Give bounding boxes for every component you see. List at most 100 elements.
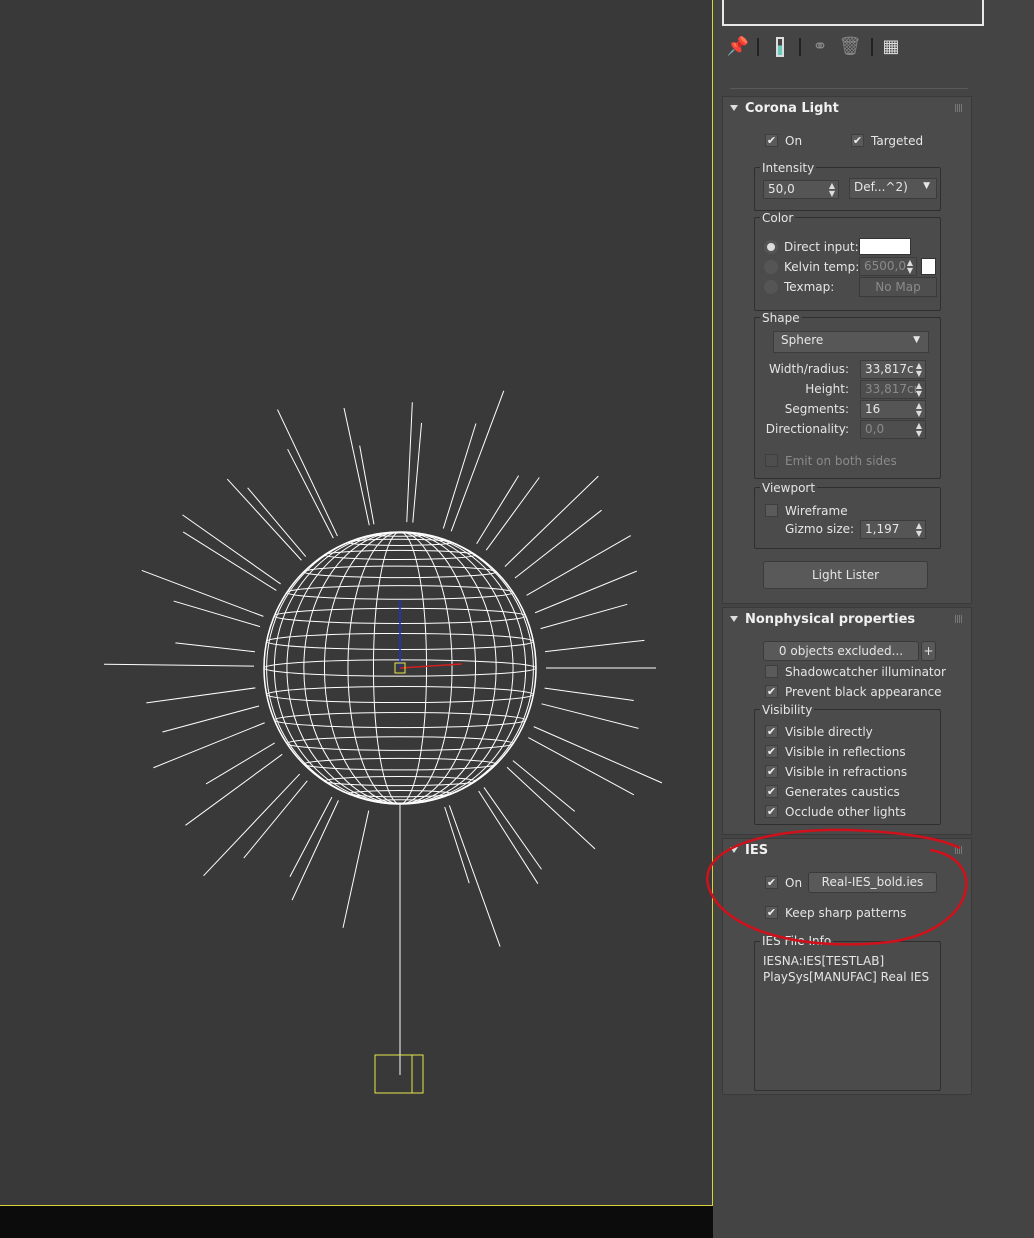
spinner-arrows-icon[interactable]: ▲ ▼ [829, 182, 835, 198]
texmap-radio[interactable] [764, 280, 778, 294]
kelvin-spinner[interactable]: 6500,0 ▲ ▼ [859, 257, 917, 276]
ies-ray [483, 787, 542, 870]
direct-input-label: Direct input: [784, 240, 859, 254]
ies-ray [506, 766, 596, 850]
divider [730, 88, 968, 89]
visibility-label: Visibility [760, 703, 815, 717]
prevent-black-checkbox[interactable]: ✔ [765, 685, 778, 698]
direct-color-swatch[interactable] [859, 238, 911, 255]
pin-icon[interactable]: 📌 [726, 34, 750, 60]
rollout-title[interactable]: IES [745, 843, 768, 858]
width-label: Width/radius: [768, 362, 849, 376]
show-end-result-icon[interactable] [768, 34, 792, 60]
directionality-spinner[interactable]: 0,0 ▲ ▼ [860, 420, 926, 439]
spinner-arrows-icon[interactable]: ▲ ▼ [916, 402, 922, 418]
ies-ray [343, 407, 370, 526]
ies-ray [205, 742, 275, 785]
shadowcatcher-checkbox[interactable] [765, 665, 778, 678]
grip-icon[interactable] [955, 104, 963, 112]
rollout-title[interactable]: Nonphysical properties [745, 612, 915, 627]
light-lister-button[interactable]: Light Lister [763, 561, 928, 589]
shadowcatcher-label: Shadowcatcher illuminator [785, 665, 946, 679]
shape-label: Shape [760, 311, 802, 325]
ies-ray [247, 487, 307, 557]
gizmo-size-spinner[interactable]: 1,197 ▲ ▼ [860, 520, 926, 539]
excluded-objects-button[interactable]: 0 objects excluded... [763, 641, 919, 661]
make-unique-icon[interactable]: ⚭ [808, 34, 832, 60]
modifier-stack-list[interactable] [722, 0, 984, 26]
height-spinner[interactable]: 33,817cı ▲ ▼ [860, 380, 926, 399]
kelvin-radio[interactable] [764, 260, 778, 274]
direct-input-radio[interactable] [764, 240, 778, 254]
ies-rollout: IES ✔ On Real-IES_bold.ies ✔ Keep sharp … [722, 838, 972, 1095]
targeted-checkbox[interactable]: ✔ [851, 134, 864, 147]
ies-info-text: IESNA:IES[TESTLAB] PlaySys[MANUFAC] Real… [763, 954, 930, 984]
visibility-option-label: Visible in reflections [785, 745, 906, 759]
grip-icon[interactable] [955, 846, 963, 854]
ies-ray [185, 753, 283, 826]
width-spinner[interactable]: 33,817c ▲ ▼ [860, 360, 926, 379]
visibility-checkbox[interactable]: ✔ [765, 745, 778, 758]
ies-ray [526, 535, 631, 596]
emit-both-sides-checkbox[interactable] [765, 454, 778, 467]
ies-ray [146, 687, 256, 704]
ies-ray [412, 422, 423, 523]
targeted-label: Targeted [871, 134, 924, 148]
grip-icon[interactable] [955, 615, 963, 623]
latitude-line [303, 757, 497, 771]
configure-modifier-sets-icon[interactable]: ▦ [879, 34, 903, 60]
shape-value: Sphere [781, 333, 824, 347]
intensity-unit-dropdown[interactable]: Def...^2) ▼ [849, 178, 937, 199]
latitude-line [273, 712, 527, 729]
spinner-arrows-icon[interactable]: ▲ ▼ [916, 522, 922, 538]
ies-ray [478, 790, 539, 884]
visibility-option-label: Visible directly [785, 725, 873, 739]
remove-modifier-icon[interactable]: 🗑 [838, 34, 862, 60]
collapse-triangle-icon[interactable] [730, 847, 738, 853]
visibility-checkbox[interactable]: ✔ [765, 805, 778, 818]
spinner-arrows-icon[interactable]: ▲ ▼ [907, 259, 913, 275]
ies-on-label: On [785, 876, 803, 890]
light-wireframe-gizmo[interactable] [0, 0, 712, 1205]
intensity-spinner[interactable]: 50,0 ▲ ▼ [763, 180, 839, 199]
spinner-arrows-icon[interactable]: ▲ ▼ [916, 362, 922, 378]
ies-ray [342, 810, 370, 928]
kelvin-color-swatch[interactable] [921, 258, 936, 275]
visibility-checkbox[interactable]: ✔ [765, 725, 778, 738]
visibility-checkbox[interactable]: ✔ [765, 785, 778, 798]
ies-ray [243, 780, 308, 859]
latitude-line [286, 736, 514, 751]
visibility-option-label: Generates caustics [785, 785, 900, 799]
viewport[interactable] [0, 0, 713, 1206]
separator [799, 38, 801, 56]
visibility-option-label: Occlude other lights [785, 805, 907, 819]
add-exclude-button[interactable]: + [921, 641, 936, 661]
ies-ray [541, 703, 639, 729]
collapse-triangle-icon[interactable] [730, 616, 738, 622]
visibility-checkbox[interactable]: ✔ [765, 765, 778, 778]
spinner-arrows-icon[interactable]: ▲ ▼ [916, 382, 922, 398]
ies-file-button[interactable]: Real-IES_bold.ies [808, 872, 937, 893]
viewport-group [754, 487, 941, 549]
ies-on-checkbox[interactable]: ✔ [765, 876, 778, 889]
segments-spinner[interactable]: 16 ▲ ▼ [860, 400, 926, 419]
wireframe-checkbox[interactable] [765, 504, 778, 517]
on-checkbox[interactable]: ✔ [765, 134, 778, 147]
ies-ray [287, 448, 334, 539]
ies-ray [485, 477, 540, 551]
latitude-line [286, 585, 514, 600]
directionality-label: Directionality: [765, 422, 849, 436]
color-label: Color [760, 211, 796, 225]
keep-sharp-checkbox[interactable]: ✔ [765, 906, 778, 919]
ies-ray [104, 663, 255, 667]
keep-sharp-label: Keep sharp patterns [785, 906, 907, 920]
rollout-title[interactable]: Corona Light [745, 101, 839, 116]
ies-ray [291, 800, 339, 901]
width-value: 33,817c [865, 362, 914, 376]
collapse-triangle-icon[interactable] [730, 105, 738, 111]
ies-ray [226, 478, 302, 561]
ies-ray [406, 402, 413, 523]
shape-dropdown[interactable]: Sphere ▼ [773, 331, 929, 353]
texmap-button[interactable]: No Map [859, 277, 937, 297]
spinner-arrows-icon[interactable]: ▲ ▼ [916, 422, 922, 438]
